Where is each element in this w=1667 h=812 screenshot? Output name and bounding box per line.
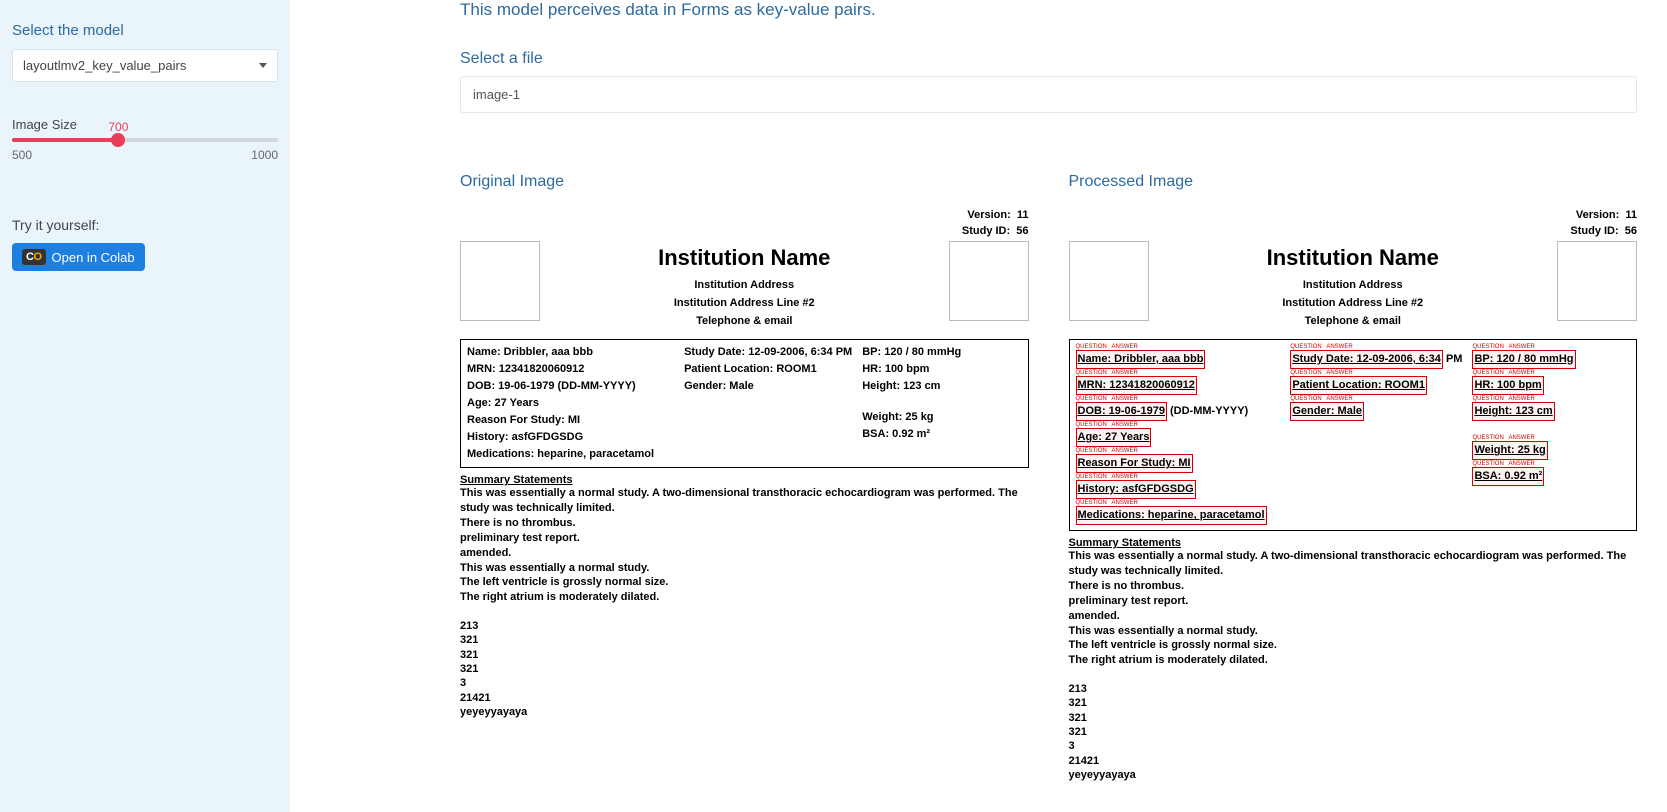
file-select[interactable]: image-1 bbox=[460, 76, 1637, 113]
main-content: This model perceives data in Forms as ke… bbox=[290, 0, 1667, 812]
logo-placeholder-left bbox=[460, 241, 540, 321]
processed-heading: Processed Image bbox=[1069, 173, 1638, 191]
slider-min: 500 bbox=[12, 148, 32, 162]
original-heading: Original Image bbox=[460, 173, 1029, 191]
processed-panel: Processed Image Version: 11Study ID: 56I… bbox=[1069, 173, 1638, 782]
file-select-heading: Select a file bbox=[460, 50, 1637, 68]
model-select-value: layoutlmv2_key_value_pairs bbox=[23, 58, 186, 73]
file-select-value: image-1 bbox=[473, 87, 520, 102]
open-in-colab-button[interactable]: CO Open in Colab bbox=[12, 243, 145, 271]
model-select[interactable]: layoutlmv2_key_value_pairs bbox=[12, 49, 278, 82]
processed-document: Version: 11Study ID: 56Institution NameI… bbox=[1069, 209, 1638, 782]
logo-placeholder-right bbox=[949, 241, 1029, 321]
original-document: Version: 11Study ID: 56Institution NameI… bbox=[460, 209, 1029, 719]
colab-icon: CO bbox=[22, 249, 46, 265]
image-size-label: Image Size bbox=[12, 117, 278, 132]
try-label: Try it yourself: bbox=[12, 217, 278, 233]
image-size-slider[interactable]: 700 bbox=[12, 138, 278, 142]
model-subtitle: This model perceives data in Forms as ke… bbox=[460, 0, 1637, 20]
sidebar: Select the model layoutlmv2_key_value_pa… bbox=[0, 0, 290, 812]
chevron-down-icon bbox=[259, 63, 267, 68]
logo-placeholder-right bbox=[1557, 241, 1637, 321]
model-heading: Select the model bbox=[12, 22, 278, 39]
slider-value: 700 bbox=[108, 120, 128, 134]
original-panel: Original Image Version: 11Study ID: 56In… bbox=[460, 173, 1029, 782]
colab-label: Open in Colab bbox=[52, 250, 135, 265]
logo-placeholder-left bbox=[1069, 241, 1149, 321]
slider-max: 1000 bbox=[251, 148, 278, 162]
